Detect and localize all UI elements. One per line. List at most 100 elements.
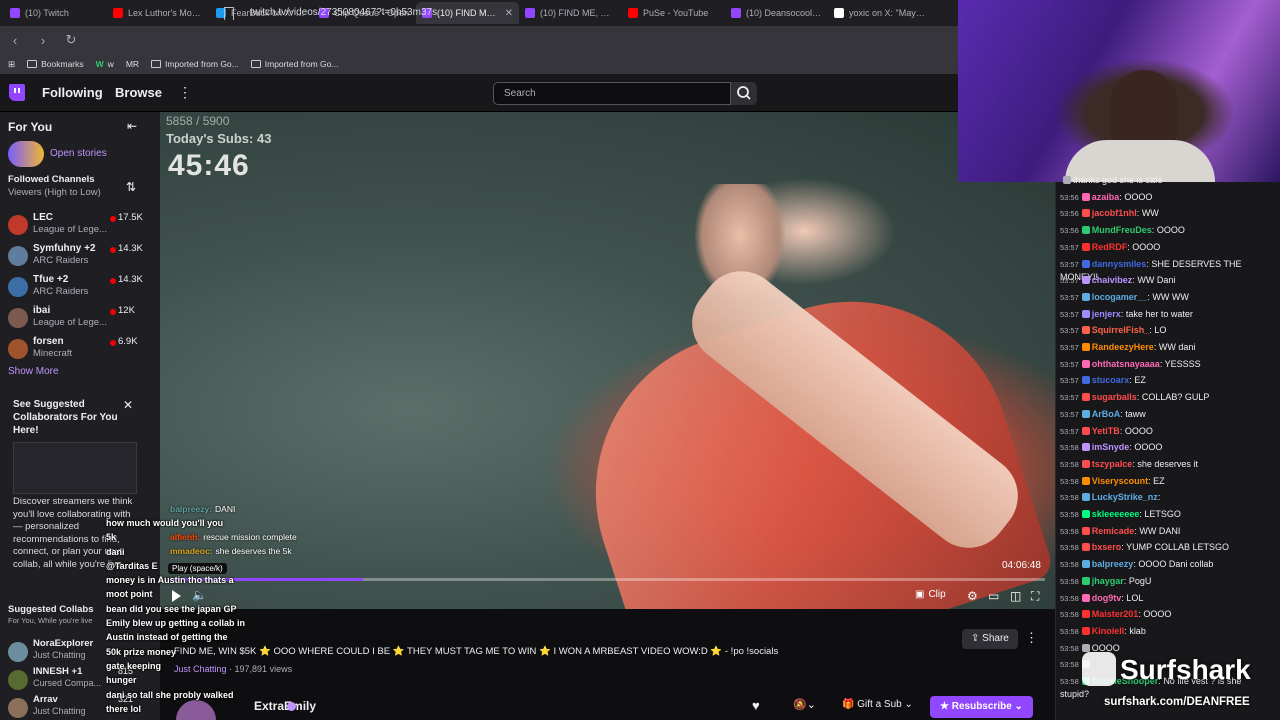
tab-favicon (10, 8, 20, 18)
sidebar-channel[interactable]: Symfuhny +2 ARC Raiders 14.3K (0, 242, 150, 272)
chat-badge-icon (1081, 543, 1090, 552)
chat-username[interactable]: locogamer__ (1092, 292, 1148, 302)
chat-username[interactable]: jenjerx (1092, 309, 1121, 319)
chat-username[interactable]: imSnyde (1092, 442, 1130, 452)
on-screen-chat-line: dani so tall she probly walked (106, 689, 234, 700)
chat-username[interactable]: dannysmiles (1092, 259, 1147, 269)
open-stories-link[interactable]: Open stories (50, 148, 107, 159)
chat-username[interactable]: RedRDF (1092, 242, 1128, 252)
bookmark-item[interactable]: Ww (96, 59, 114, 69)
chat-message: 53:58 balpreezy: OOOO Dani collab (1060, 558, 1270, 571)
clip-button[interactable]: ▣ Clip (915, 589, 946, 600)
chat-username[interactable]: LuckyStrike_nz (1092, 492, 1158, 502)
chat-username[interactable]: skleeeeeee (1092, 509, 1140, 519)
share-button[interactable]: ⇪ Share (962, 629, 1018, 649)
sidebar-channel[interactable]: LEC League of Lege... 17.5K (0, 211, 150, 241)
notifications-icon[interactable]: 🔕⌄ (793, 698, 816, 711)
theatre-mode-icon[interactable]: ▭ (988, 589, 999, 603)
chat-badge-icon (1081, 493, 1090, 502)
browser-tab[interactable]: PuSe - YouTube (622, 2, 725, 24)
search-button[interactable] (731, 82, 757, 105)
chat-timestamp: 53:58 (1060, 610, 1079, 620)
stories-avatar[interactable] (8, 141, 44, 167)
chat-username[interactable]: azaiba (1092, 192, 1120, 202)
nav-following[interactable]: Following (42, 85, 103, 100)
chat-username[interactable]: SquirrelFish_ (1092, 325, 1150, 335)
sidebar-channel[interactable]: ibai League of Lege... 12K (0, 304, 150, 334)
chat-username[interactable]: Kinoiell (1092, 626, 1125, 636)
browser-tab[interactable]: (10) Deansocool - T (725, 2, 828, 24)
chat-username[interactable]: balpreezy (1092, 559, 1134, 569)
share-icon: ⇪ (971, 633, 983, 644)
chat-username[interactable]: bxsero (1092, 542, 1122, 552)
more-options-icon[interactable]: ⋮ (1025, 630, 1038, 646)
browser-tab[interactable]: Lex Luthor's Monke (107, 2, 210, 24)
chat-timestamp: 53:58 (1060, 459, 1079, 469)
bookmark-item[interactable]: Bookmarks (27, 59, 84, 69)
chat-username[interactable]: tszypalce (1092, 459, 1133, 469)
bookmark-item[interactable]: Imported from Go... (151, 59, 239, 69)
channel-game: Cursed Compa... (33, 678, 102, 688)
chat-timestamp: 53:58 (1060, 643, 1079, 653)
bookmark-item[interactable]: MR (126, 59, 139, 69)
bookmark-item[interactable]: Imported from Go... (250, 59, 338, 69)
url-text[interactable]: twitch.tv/videos/2735080467?t=0h53m37s (250, 7, 437, 18)
on-screen-chat-line: Emily blew up getting a collab in (106, 618, 246, 629)
browser-tab[interactable]: (10) Twitch (4, 2, 107, 24)
chat-text: taww (1125, 408, 1146, 419)
chat-timestamp: 53:57 (1060, 242, 1079, 252)
chat-username[interactable]: chaivibez (1092, 275, 1133, 285)
overlay-chat-user: balpreezy: (170, 504, 213, 514)
chat-text: PogU (1128, 575, 1152, 586)
close-icon[interactable]: ✕ (123, 398, 133, 412)
chat-username[interactable]: Viseryscount (1092, 476, 1148, 486)
chat-username[interactable]: jhaygar (1092, 576, 1124, 586)
bookmark-icon[interactable] (224, 7, 234, 20)
channel-name: INNESH +1 (33, 666, 83, 677)
tab-title: (10) Deansocool - T (746, 8, 822, 18)
chat-username[interactable]: ohthatsnayaaaa (1092, 359, 1160, 369)
browser-tab[interactable]: yoxic on X: "Maya h (828, 2, 931, 24)
resubscribe-button[interactable]: ★ Resubscribe ⌄ (930, 696, 1033, 718)
channel-name: NoraExplorer (33, 638, 94, 649)
chat-badge-icon (1081, 226, 1090, 235)
chat-username[interactable]: Remicade (1092, 526, 1135, 536)
seek-bar[interactable] (170, 578, 1045, 581)
sort-icon[interactable]: ⇅ (126, 180, 136, 194)
chat-text: EZ (1153, 475, 1165, 486)
collapse-sidebar-icon[interactable]: ⇤ (127, 119, 137, 133)
live-indicator-icon (110, 340, 116, 346)
channel-viewers: 17.5K (118, 212, 143, 223)
chat-username[interactable]: jacobf1nhl (1092, 208, 1137, 218)
chat-username[interactable]: Maister201 (1092, 609, 1139, 619)
on-screen-chat-line: gate keeping (106, 660, 162, 671)
show-more-link[interactable]: Show More (8, 366, 59, 377)
twitch-logo-icon[interactable] (9, 84, 25, 101)
browser-tab[interactable]: (10) FIND ME, WIN (519, 2, 622, 24)
chat-username[interactable]: YetiTB (1092, 426, 1120, 436)
sidebar-channel[interactable]: Tfue +2 ARC Raiders 14.3K (0, 273, 150, 303)
chat-username[interactable]: sugarballs (1092, 392, 1137, 402)
back-icon[interactable]: ‹ (8, 33, 22, 48)
chat-message: 53:58 Remicade: WW DANI (1060, 525, 1270, 538)
chat-username[interactable]: ArBoA (1092, 409, 1121, 419)
chat-username[interactable]: MundFreuDes (1092, 225, 1152, 235)
gift-sub-button[interactable]: 🎁 Gift a Sub ⌄ (842, 699, 913, 710)
settings-icon[interactable]: ⚙ (967, 589, 978, 603)
forward-icon[interactable]: › (36, 33, 50, 48)
more-icon[interactable]: ⋮ (178, 84, 192, 101)
nav-browse[interactable]: Browse (115, 85, 162, 100)
channel-avatar (8, 642, 28, 662)
reload-icon[interactable]: ↻ (64, 32, 78, 48)
sidebar-channel[interactable]: forsen Minecraft 6.9K (0, 335, 150, 365)
sidebar-toggle-icon[interactable]: ◫ (1010, 589, 1021, 603)
close-tab-icon[interactable]: ✕ (505, 8, 513, 19)
follow-heart-icon[interactable]: ♥ (752, 698, 760, 713)
fullscreen-icon[interactable]: ⛶ (1031, 589, 1039, 604)
chat-badge-icon (1081, 359, 1090, 368)
chat-username[interactable]: dog9tv (1092, 593, 1122, 603)
chat-username[interactable]: RandeezyHere (1092, 342, 1154, 352)
apps-icon[interactable]: ⊞ (8, 59, 15, 70)
chat-username[interactable]: stucoarx (1092, 375, 1130, 385)
search-input[interactable]: Search (493, 82, 731, 105)
